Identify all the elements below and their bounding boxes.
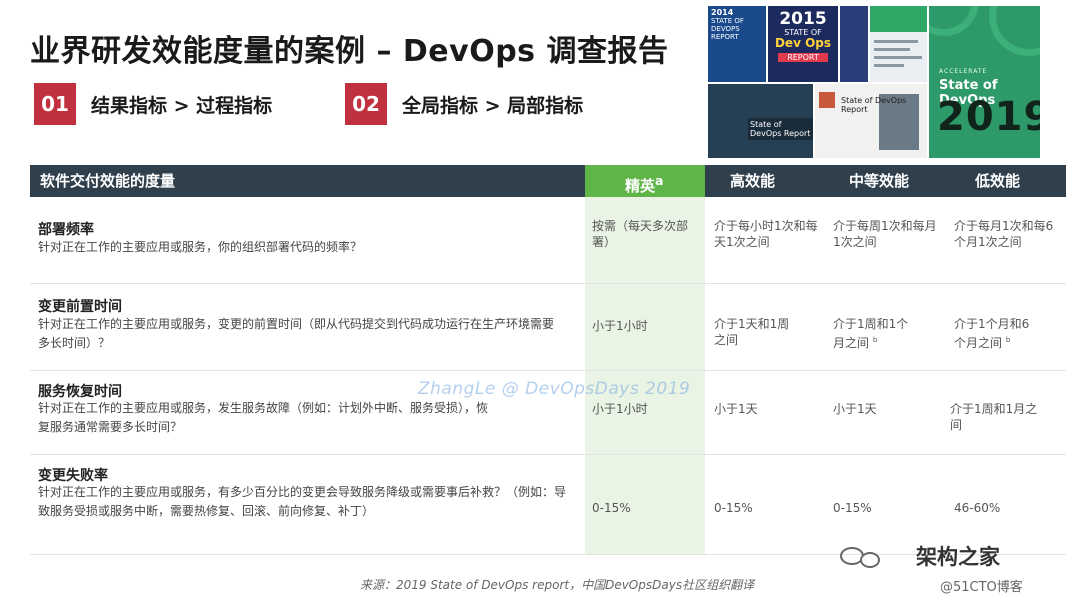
metric-desc: 针对正在工作的主要应用或服务，变更的前置时间（即从代码提交到代码成功运行在生产环… [38,317,555,350]
cover-strip [840,6,868,82]
cover-text: STATE OF DEVOPS REPORT [711,17,744,41]
header-medium: 中等效能 [849,172,910,190]
table-row: 变更失败率 针对正在工作的主要应用或服务，有多少百分比的变更会导致服务降级或需要… [30,455,1066,555]
tag-text: 结果指标 > 过程指标 [91,94,273,117]
high-value: 介于1天和1周之间 [714,317,790,347]
cover-2017: State of DevOps Report [815,84,927,158]
footnote-mark: b [1005,336,1011,344]
table-header [30,165,1066,197]
cover-2019: ACCELERATE State of DevOps 2019 [929,6,1040,158]
metric-name: 服务恢复时间 [38,384,122,400]
cover-text: State of DevOps Report [841,96,907,114]
report-covers-collage: 2014 STATE OF DEVOPS REPORT 2015 STATE O… [708,6,1040,158]
cover-year: 2015 [779,9,827,29]
cover-2018 [870,6,927,82]
header-elite: 精英a [625,173,664,195]
footnote-mark: b [872,336,878,344]
metrics-table: 软件交付效能的度量 精英a 高效能 中等效能 低效能 部署频率 针对正在工作的主… [30,165,1066,555]
high-value: 小于1天 [714,402,758,416]
elite-value: 小于1小时 [592,319,648,333]
tag-number: 02 [345,83,387,125]
table-row: 部署频率 针对正在工作的主要应用或服务，你的组织部署代码的频率？ 按需（每天多次… [30,197,1066,285]
wechat-icon [860,552,880,568]
medium-value: 0-15% [833,501,872,515]
watermark: ZhangLe @ DevOpsDays 2019 [418,379,691,399]
header-metric: 软件交付效能的度量 [40,172,176,190]
elite-value: 按需（每天多次部署） [592,219,689,249]
tag-result-metrics: 01 结果指标 > 过程指标 [34,82,272,126]
tag-number: 01 [34,83,76,125]
table-row: 变更前置时间 针对正在工作的主要应用或服务，变更的前置时间（即从代码提交到代码成… [30,284,1066,370]
footnote-mark: a [655,173,664,188]
tag-text: 全局指标 > 局部指标 [402,94,584,117]
account-name: 架构之家 [916,545,1000,569]
wechat-account: 架构之家 [840,541,1000,571]
metric-desc: 针对正在工作的主要应用或服务，你的组织部署代码的频率？ [38,240,363,254]
cover-2014: 2014 STATE OF DEVOPS REPORT [708,6,766,82]
metric-desc: 针对正在工作的主要应用或服务，有多少百分比的变更会导致服务降级或需要事后补救？（… [38,485,567,518]
metric-name: 变更失败率 [38,468,108,484]
medium-value: 介于1周和1个月之间 b [833,317,909,350]
header-low: 低效能 [975,172,1021,190]
metric-name: 变更前置时间 [38,299,122,315]
header-high: 高效能 [730,172,776,190]
metric-name: 部署频率 [38,222,94,238]
cover-accelerate: ACCELERATE [939,68,988,75]
low-value: 46-60% [954,501,1001,515]
metric-desc: 针对正在工作的主要应用或服务，发生服务故障（例如：计划外中断、服务受损），恢复服… [38,401,489,434]
cover-text: State of DevOps Report [748,118,813,140]
elite-value: 小于1小时 [592,402,648,416]
source-note: 来源：2019 State of DevOps report，中国DevOpsD… [360,578,755,592]
slide-title: 业界研发效能度量的案例 – DevOps 调查报告 [30,34,669,69]
cover-2016: State of DevOps Report [708,84,813,158]
medium-value: 介于每周1次和每月1次之间 [833,219,937,249]
blog-credit: @51CTO博客 [940,580,1023,595]
high-value: 0-15% [714,501,753,515]
low-value: 介于1周和1月之间 [950,402,1038,432]
cover-devops: Dev Ops [774,36,832,50]
cover-year: 2014 [711,8,734,17]
high-value: 介于每小时1次和每天1次之间 [714,219,818,249]
cover-year: 2019 [937,94,1040,140]
cover-2015: 2015 STATE OF Dev Ops REPORT [768,6,838,82]
medium-value: 小于1天 [833,402,877,416]
low-value: 介于1个月和6个月之间 b [954,317,1030,350]
elite-value: 0-15% [592,501,631,515]
tag-global-metrics: 02 全局指标 > 局部指标 [345,82,583,126]
cover-report: REPORT [778,53,828,62]
low-value: 介于每月1次和每6个月1次之间 [954,219,1054,249]
